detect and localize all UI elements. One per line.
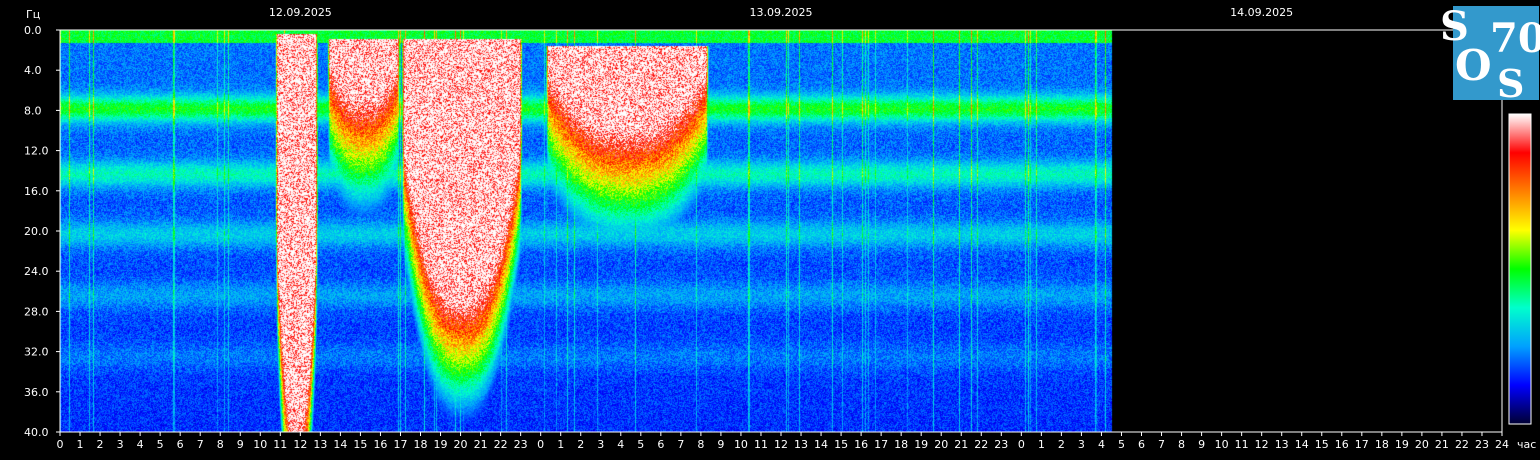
x-tick-label: 8 [217,438,224,451]
x-tick-label: 20 [1415,438,1429,451]
x-tick-label: 13 [313,438,327,451]
logo-o: O [1455,41,1492,90]
x-tick-label: 19 [1395,438,1409,451]
x-tick-label: 15 [834,438,848,451]
x-tick-label: 23 [1475,438,1489,451]
x-tick-label: 11 [754,438,768,451]
y-axis-label: Гц [26,8,40,21]
x-tick-label: 0 [57,438,64,451]
x-tick-label: 0 [537,438,544,451]
x-tick-label: 17 [874,438,888,451]
x-tick-label: 9 [237,438,244,451]
logo-seventy: 70 [1490,15,1540,62]
x-tick-label: 6 [657,438,664,451]
x-tick-label: 24 [1495,438,1509,451]
y-tick-label: 8.0 [24,104,42,117]
x-tick-label: 0 [1018,438,1025,451]
x-tick-label: 4 [617,438,624,451]
y-tick-label: 24.0 [24,265,49,278]
x-tick-label: 23 [514,438,528,451]
x-tick-label: 2 [97,438,104,451]
x-tick-label: 5 [1118,438,1125,451]
x-tick-label: 13 [794,438,808,451]
x-tick-label: 15 [1315,438,1329,451]
x-tick-label: 18 [414,438,428,451]
x-tick-label: 12 [774,438,788,451]
x-tick-label: 2 [577,438,584,451]
x-tick-label: 19 [434,438,448,451]
x-tick-label: 22 [974,438,988,451]
x-tick-label: 6 [1138,438,1145,451]
spectrogram-image [60,30,1502,432]
x-tick-label: 14 [333,438,347,451]
y-tick-label: 40.0 [24,426,49,439]
y-tick-label: 0.0 [24,24,42,37]
x-tick-label: 1 [77,438,84,451]
x-tick-label: 16 [854,438,868,451]
y-tick-label: 36.0 [24,386,49,399]
x-tick-label: 7 [197,438,204,451]
x-tick-label: 21 [954,438,968,451]
x-tick-label: 22 [494,438,508,451]
y-tick-label: 32.0 [24,346,49,359]
x-tick-label: 18 [894,438,908,451]
x-tick-label: 5 [637,438,644,451]
x-tick-label: 23 [994,438,1008,451]
x-tick-label: 11 [1235,438,1249,451]
x-tick-label: 7 [1158,438,1165,451]
x-tick-label: 15 [353,438,367,451]
x-tick-label: 20 [934,438,948,451]
plot-area [60,30,1502,432]
spectrogram-chart: 0.0 4.0 8.0 12.0 16.0 20.0 24.0 28.0 32.0 36.0 40.… [0,0,1540,460]
x-axis-label: час [1517,438,1536,451]
x-tick-label: 8 [697,438,704,451]
x-tick-label: 19 [914,438,928,451]
x-tick-label: 16 [373,438,387,451]
x-tick-label: 3 [597,438,604,451]
x-tick-label: 2 [1058,438,1065,451]
x-tick-label: 10 [734,438,748,451]
date-label: 13.09.2025 [750,6,813,19]
x-tick-label: 14 [1295,438,1309,451]
x-tick-label: 8 [1178,438,1185,451]
x-tick-label: 1 [1038,438,1045,451]
date-label: 14.09.2025 [1230,6,1293,19]
color-scale-bar [1508,113,1532,425]
x-tick-label: 10 [253,438,267,451]
x-tick-label: 20 [454,438,468,451]
x-tick-label: 12 [1255,438,1269,451]
x-tick-label: 17 [393,438,407,451]
x-tick-label: 11 [273,438,287,451]
x-tick-label: 17 [1355,438,1369,451]
x-tick-label: 6 [177,438,184,451]
x-tick-label: 5 [157,438,164,451]
x-tick-label: 22 [1455,438,1469,451]
y-tick-label: 4.0 [24,64,42,77]
sos70-logo: S 70 O S [1440,3,1540,106]
x-tick-label: 18 [1375,438,1389,451]
x-tick-label: 14 [814,438,828,451]
x-tick-label: 9 [1198,438,1205,451]
x-tick-label: 21 [474,438,488,451]
y-tick-label: 12.0 [24,145,49,158]
x-tick-label: 21 [1435,438,1449,451]
logo-s-bottom: S [1497,61,1524,106]
x-tick-label: 7 [677,438,684,451]
y-tick-label: 28.0 [24,305,49,318]
x-tick-label: 1 [557,438,564,451]
x-tick-label: 9 [717,438,724,451]
x-tick-label: 4 [1098,438,1105,451]
y-tick-label: 16.0 [24,185,49,198]
x-tick-label: 10 [1215,438,1229,451]
x-tick-label: 3 [1078,438,1085,451]
date-label: 12.09.2025 [269,6,332,19]
x-tick-label: 16 [1335,438,1349,451]
x-tick-label: 3 [117,438,124,451]
x-tick-label: 13 [1275,438,1289,451]
x-tick-label: 12 [293,438,307,451]
x-tick-label: 4 [137,438,144,451]
y-tick-label: 20.0 [24,225,49,238]
